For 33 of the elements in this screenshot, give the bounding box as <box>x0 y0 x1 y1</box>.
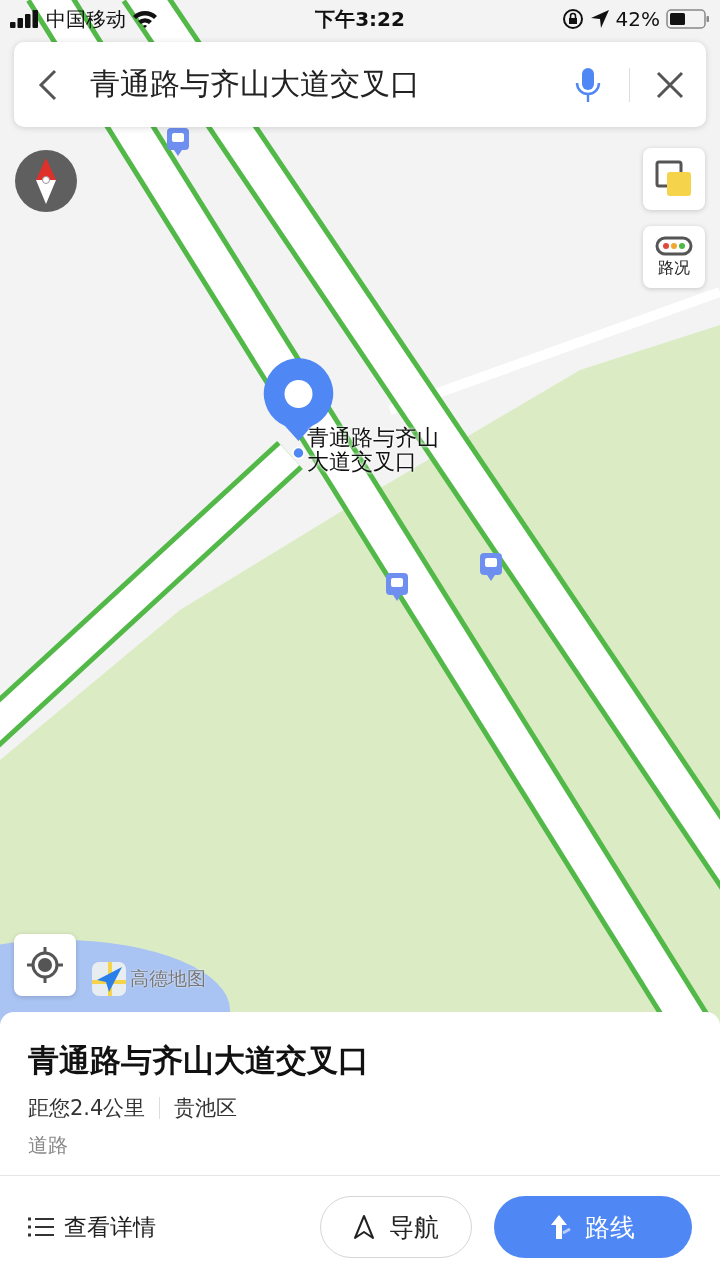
up-arrow-icon <box>551 1213 571 1241</box>
location-arrow-icon <box>589 9 610 29</box>
close-icon[interactable] <box>656 70 684 99</box>
logo-icon <box>92 962 126 996</box>
details-button[interactable]: 查看详情 <box>28 1211 156 1243</box>
clock-time: 下午3:22 <box>315 5 405 33</box>
layers-button[interactable] <box>643 148 705 210</box>
search-field[interactable]: 青通路与齐山大道交叉口 <box>88 66 575 103</box>
microphone-icon[interactable] <box>575 66 601 103</box>
bus-stop-icon[interactable] <box>479 552 503 582</box>
bus-stop-icon[interactable] <box>166 127 190 157</box>
navigate-button[interactable]: 导航 <box>320 1196 472 1258</box>
distance-text: 距您2.4公里 <box>28 1095 146 1122</box>
compass-needle-icon <box>34 158 58 204</box>
search-bar[interactable]: 青通路与齐山大道交叉口 <box>14 42 706 127</box>
crosshair-icon <box>27 947 63 983</box>
category-text: 道路 <box>28 1132 69 1159</box>
bus-stop-icon[interactable] <box>385 572 409 602</box>
back-icon[interactable] <box>38 68 58 101</box>
traffic-light-icon <box>655 235 693 256</box>
layers-icon <box>655 160 693 198</box>
list-icon <box>28 1217 54 1237</box>
traffic-button[interactable]: 路况 <box>643 226 705 288</box>
logo-text: 高德地图 <box>130 966 206 991</box>
signal-icon <box>10 10 40 28</box>
battery-percent: 42% <box>615 7 660 31</box>
district-text: 贵池区 <box>174 1095 238 1122</box>
place-title: 青通路与齐山大道交叉口 <box>28 1041 370 1080</box>
locate-button[interactable] <box>14 934 76 996</box>
battery-icon <box>666 9 710 29</box>
rotation-lock-icon <box>561 8 584 30</box>
navigation-arrow-icon <box>353 1214 375 1240</box>
wifi-icon <box>132 9 158 29</box>
